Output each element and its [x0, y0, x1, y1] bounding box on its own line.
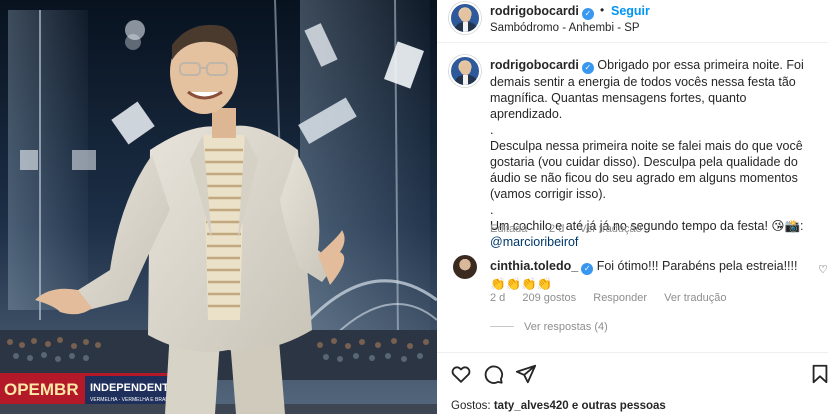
comment-translate-link[interactable]: Ver tradução — [664, 292, 726, 304]
comment-reply-button[interactable]: Responder — [593, 292, 647, 304]
comment-like-heart-icon[interactable]: ♡ — [818, 263, 828, 276]
commenter-username[interactable]: cinthia.toledo_ — [490, 259, 578, 273]
likes-prefix: Gostos: — [451, 400, 491, 412]
caption-translate-link[interactable]: Ver tradução — [579, 223, 641, 235]
banner-sub-text: VERMELHA - VERMELHA E BRANCA — [90, 397, 177, 403]
comment-time: 2 d — [490, 292, 506, 304]
post-header: rodrigobocardi ✓ • Seguir Sambódromo - An… — [437, 0, 828, 43]
header-separator: • — [600, 3, 605, 17]
bookmark-icon[interactable] — [809, 363, 828, 385]
verified-badge-icon: ✓ — [581, 62, 594, 74]
caption-time: 2 d — [549, 223, 565, 235]
photo-illustration: OPEMBR INDEPENDENTE VERMELHA - VERMELHA … — [0, 0, 437, 414]
post-location[interactable]: Sambódromo - Anhembi - SP — [490, 22, 640, 34]
view-replies-label: Ver respostas (4) — [524, 321, 608, 333]
comment-likes[interactable]: 209 gostos — [522, 292, 576, 304]
instagram-post-view: OPEMBR INDEPENDENTE VERMELHA - VERMELHA … — [0, 0, 828, 414]
post-likes-summary[interactable]: Gostos: taty_alves420 e outras pessoas — [451, 400, 666, 412]
verified-badge-icon: ✓ — [581, 263, 594, 275]
comment-icon[interactable] — [482, 363, 504, 385]
post-photo[interactable]: OPEMBR INDEPENDENTE VERMELHA - VERMELHA … — [0, 0, 437, 414]
author-username[interactable]: rodrigobocardi ✓ — [490, 4, 594, 20]
caption-author-avatar[interactable] — [449, 55, 481, 87]
verified-badge-icon: ✓ — [581, 8, 594, 20]
commenter-avatar[interactable] — [453, 255, 477, 279]
post-side-panel: rodrigobocardi ✓ • Seguir Sambódromo - An… — [437, 0, 828, 414]
replies-divider-line — [490, 326, 514, 327]
comment-text: cinthia.toledo_ ✓ Foi ótimo!!! Parabéns p… — [490, 257, 800, 293]
caption-time-sep: · — [530, 223, 534, 235]
likes-user[interactable]: taty_alves420 — [494, 400, 569, 412]
author-username-text[interactable]: rodrigobocardi — [490, 4, 579, 18]
likes-suffix[interactable]: e outras pessoas — [572, 400, 666, 412]
caption-text: rodrigobocardi ✓ Obrigado por essa primei… — [490, 57, 820, 250]
banner-right-text: INDEPENDENTE — [90, 382, 176, 394]
comment-meta: 2 d 209 gostos Responder Ver tradução — [490, 292, 741, 304]
caption-line-4: . — [490, 203, 494, 217]
caption-meta: Editada · 2 d Ver tradução — [490, 223, 654, 235]
caption-line-3: Desculpa nessa primeira noite se falei m… — [490, 139, 803, 201]
banner-left-text: OPEMBR — [4, 380, 79, 399]
heart-icon[interactable] — [450, 363, 472, 385]
author-avatar[interactable] — [449, 2, 481, 34]
caption-author-username[interactable]: rodrigobocardi — [490, 58, 579, 72]
paper-plane-icon[interactable] — [515, 363, 537, 385]
caption-line-2: . — [490, 123, 494, 137]
view-replies-button[interactable]: Ver respostas (4) — [490, 321, 608, 333]
caption-mention-link[interactable]: @marcioribeirof — [490, 235, 578, 249]
caption-edited-label: Editada — [490, 223, 528, 235]
follow-button[interactable]: Seguir — [611, 4, 650, 18]
post-actions-bar: Gostos: taty_alves420 e outras pessoas — [437, 352, 828, 414]
